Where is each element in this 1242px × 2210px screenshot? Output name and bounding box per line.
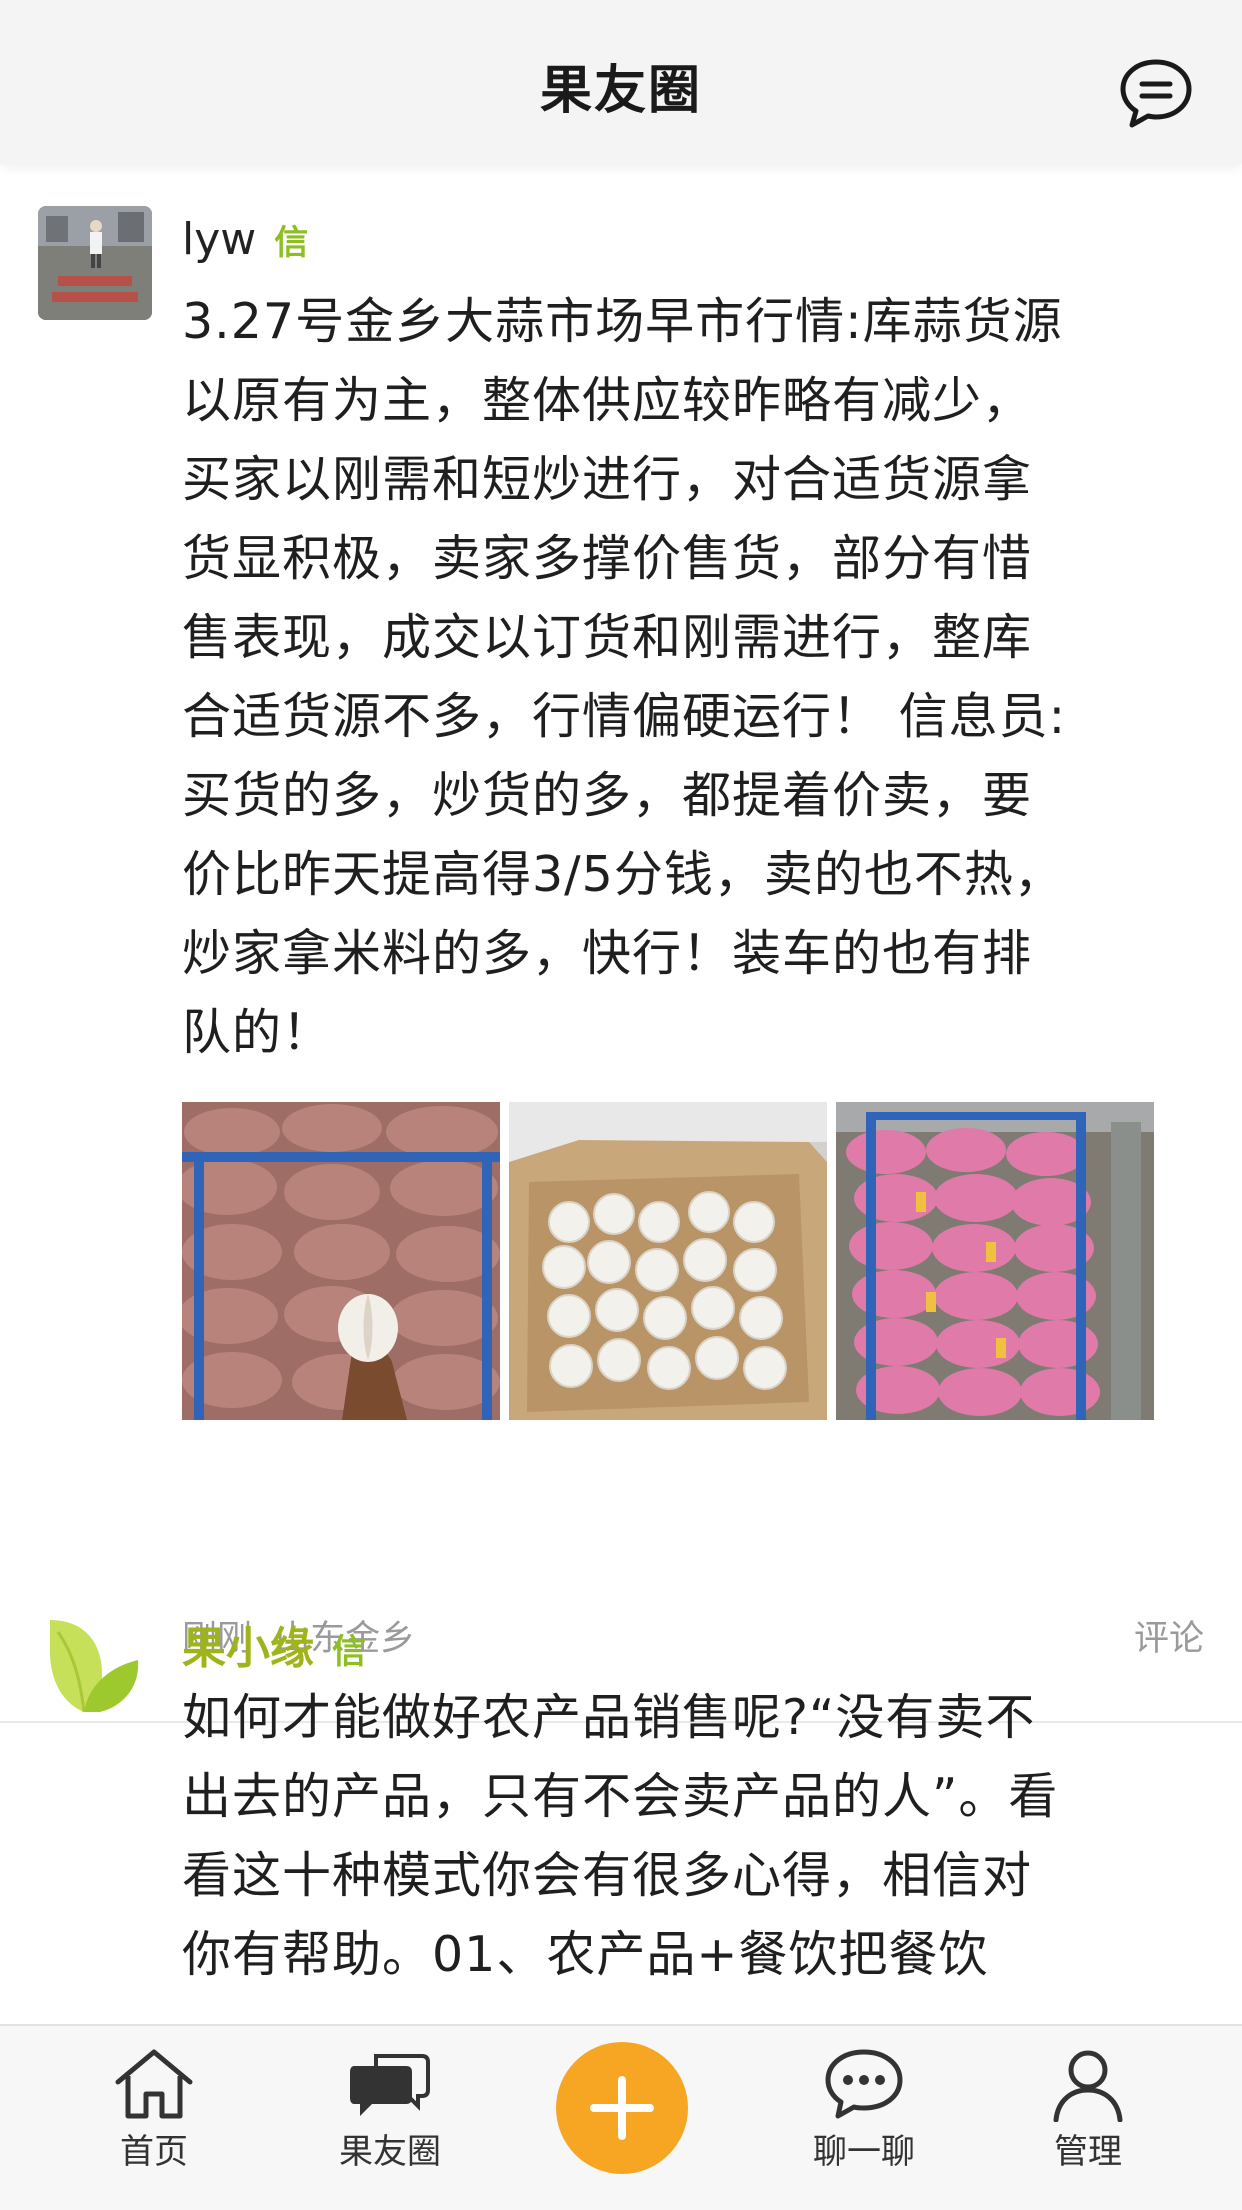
page-title: 果友圈 [539,61,702,121]
top-nav-bar: 果友圈 [0,0,1242,164]
verified-badge: 信 [274,223,309,263]
tab-home[interactable]: 首页 [74,2046,234,2173]
avatar[interactable] [44,1612,144,1722]
plus-icon [590,2076,654,2140]
home-icon [115,2049,193,2119]
post-author-row: 果小缘 信 [182,1612,366,1676]
tab-label: 首页 [120,2132,188,2172]
post-photo-2[interactable] [509,1102,827,1420]
post-content[interactable]: 如何才能做好农产品销售呢?“没有卖不 出去的产品，只有不会卖产品的人”。看 看这… [182,1678,1212,1994]
post-photo-1[interactable] [182,1102,500,1420]
verified-badge: 信 [332,1632,366,1672]
add-post-button[interactable] [556,2042,688,2174]
post-author-row: lyw 信 [182,214,308,265]
tab-manage[interactable]: 管理 [1008,2046,1168,2173]
message-icon[interactable] [1118,56,1194,132]
author-name[interactable]: lyw [182,214,256,265]
author-name[interactable]: 果小缘 [182,1612,314,1676]
user-icon [1053,2050,1123,2122]
tab-label: 聊一聊 [813,2132,915,2172]
bottom-tab-bar: 首页 果友圈 聊一聊 管理 [0,2024,1242,2210]
post-content[interactable]: 3.27号金乡大蒜市场早市行情:库蒜货源 以原有为主，整体供应较昨略有减少， 买… [182,282,1212,1072]
avatar[interactable] [38,206,152,320]
comment-button[interactable]: 评论 [1134,1610,1204,1661]
tab-moments[interactable]: 果友圈 [310,2046,470,2173]
tab-chat[interactable]: 聊一聊 [784,2046,944,2173]
feed-list: lyw 信 3.27号金乡大蒜市场早市行情:库蒜货源 以原有为主，整体供应较昨略… [0,164,1242,2024]
chat-dots-icon [825,2049,903,2119]
post-photo-3[interactable] [836,1102,1154,1420]
tab-label: 管理 [1054,2132,1122,2172]
chat-bubbles-icon [350,2054,430,2116]
tab-label: 果友圈 [339,2132,441,2172]
